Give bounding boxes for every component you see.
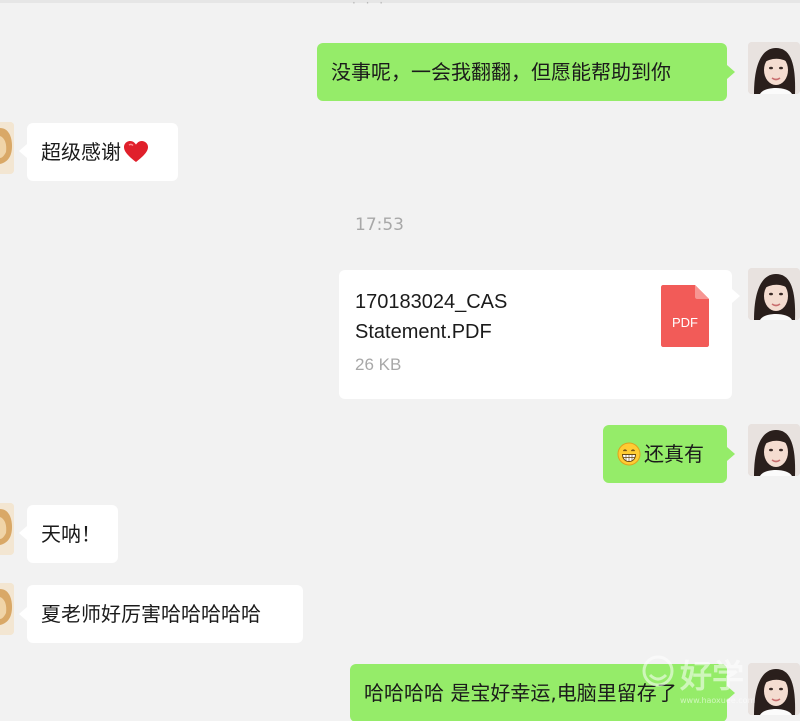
bubble-tail <box>727 447 735 461</box>
chat-window: · · · 没事呢，一会我翻翻，但愿能帮助到你 超级感谢 17:53 17018… <box>0 0 800 721</box>
message-bubble-incoming[interactable]: 天呐！ <box>27 505 118 563</box>
avatar-image <box>748 42 800 94</box>
message-text: 超级感谢 <box>41 140 121 164</box>
avatar-image <box>0 583 14 635</box>
avatar-me[interactable] <box>748 424 800 476</box>
bubble-tail <box>19 144 27 158</box>
watermark-icon: 好学 www.haoxuee.com <box>642 655 756 705</box>
message-bubble-incoming[interactable]: 超级感谢 <box>27 123 178 181</box>
svg-text:好学: 好学 <box>679 657 744 695</box>
svg-text:www.haoxuee.com: www.haoxuee.com <box>680 696 756 705</box>
file-name-line: 170183024_CAS <box>355 291 508 313</box>
top-dots: · · · <box>352 0 387 10</box>
bubble-tail <box>19 526 27 540</box>
file-name: 170183024_CAS Statement.PDF <box>355 287 645 347</box>
file-message-card[interactable]: 170183024_CAS Statement.PDF 26 KB PDF <box>339 270 732 399</box>
avatar-contact[interactable] <box>0 503 14 555</box>
avatar-me[interactable] <box>748 268 800 320</box>
message-bubble-incoming[interactable]: 夏老师好厉害哈哈哈哈哈 <box>27 585 303 643</box>
watermark-logo: 好学 www.haoxuee.com <box>640 645 790 715</box>
top-divider <box>0 0 800 3</box>
message-bubble-outgoing[interactable]: 没事呢，一会我翻翻，但愿能帮助到你 <box>317 43 727 101</box>
pdf-label: PDF <box>672 315 698 330</box>
file-size: 26 KB <box>355 355 402 374</box>
bubble-tail <box>727 65 735 79</box>
heart-emoji-icon <box>124 141 148 162</box>
message-text: 没事呢，一会我翻翻，但愿能帮助到你 <box>331 60 671 84</box>
timestamp: 17:53 <box>355 215 404 235</box>
bubble-tail <box>732 289 740 303</box>
message-text: 夏老师好厉害哈哈哈哈哈 <box>41 602 261 626</box>
avatar-image <box>0 503 14 555</box>
message-text: 哈哈哈哈 是宝好幸运,电脑里留存了 <box>364 681 677 705</box>
avatar-image <box>748 268 800 320</box>
grinning-face-emoji-icon <box>617 442 641 466</box>
avatar-contact[interactable] <box>0 122 14 174</box>
message-text: 还真有 <box>644 442 704 466</box>
avatar-image <box>0 122 14 174</box>
file-name-line: Statement.PDF <box>355 321 492 343</box>
message-text: 天呐！ <box>41 522 101 546</box>
avatar-me[interactable] <box>748 42 800 94</box>
avatar-image <box>748 424 800 476</box>
avatar-contact[interactable] <box>0 583 14 635</box>
pdf-file-icon: PDF <box>661 285 709 347</box>
message-bubble-outgoing[interactable]: 还真有 <box>603 425 727 483</box>
bubble-tail <box>19 607 27 621</box>
